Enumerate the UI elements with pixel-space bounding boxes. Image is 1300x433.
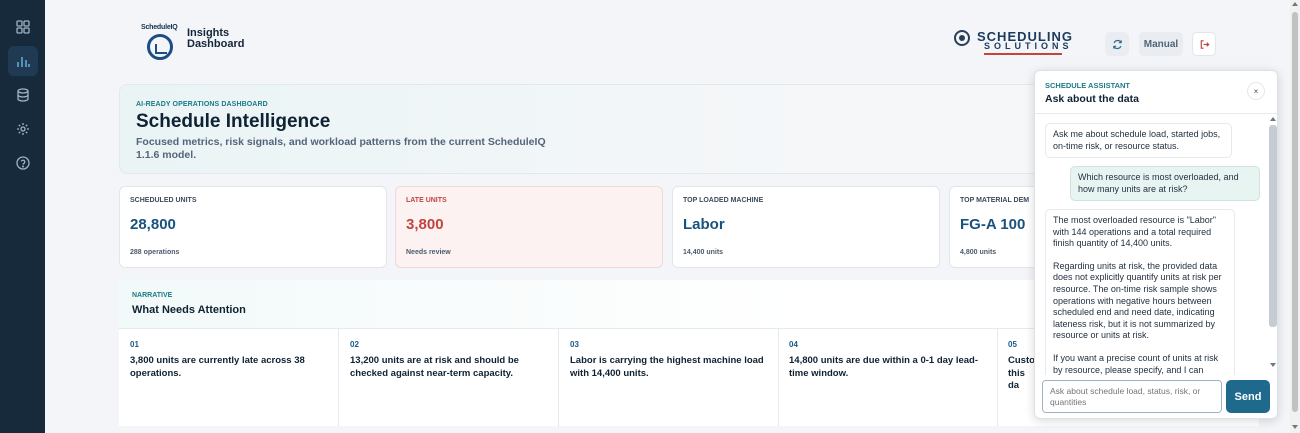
metric-value: Labor xyxy=(683,216,725,233)
sidebar-item-help[interactable] xyxy=(8,148,38,178)
logout-button[interactable] xyxy=(1192,32,1216,56)
message-text: Which resource is most overloaded, and h… xyxy=(1078,172,1239,194)
logo-small-text: ScheduleIQ xyxy=(141,24,178,31)
database-icon xyxy=(17,88,29,102)
narrative-item-text: Labor is carrying the highest machine lo… xyxy=(570,355,764,379)
gear-icon xyxy=(17,123,29,135)
brand-line-2: SOLUTIONS xyxy=(984,41,1073,51)
metric-footnote: 14,400 units xyxy=(683,249,724,256)
message-text: Regarding units at risk, the provided da… xyxy=(1053,260,1222,341)
chat-messages: Ask me about schedule load, started jobs… xyxy=(1035,119,1277,375)
narrative-item-text: 13,200 units are at risk and should be c… xyxy=(350,355,519,379)
help-icon xyxy=(16,156,30,170)
refresh-icon xyxy=(1112,39,1122,49)
bar-chart-icon xyxy=(17,57,30,67)
page-scroll-up-icon[interactable] xyxy=(1292,2,1298,6)
narrative-item-number: 05 xyxy=(1008,340,1017,349)
assistant-message: The most overloaded resource is "Labor" … xyxy=(1045,209,1235,375)
narrative-item: 01 3,800 units are currently late across… xyxy=(119,329,339,427)
narrative-item-text: Custo this da xyxy=(1008,355,1035,391)
logout-icon xyxy=(1200,39,1209,49)
brand-mark-icon xyxy=(954,30,970,46)
logo-circle-icon xyxy=(147,34,173,60)
hero-subtitle: Focused metrics, risk signals, and workl… xyxy=(136,136,546,161)
logo-wordmark: Insights Dashboard xyxy=(187,28,244,50)
page-title: Schedule Intelligence xyxy=(136,111,331,132)
sidebar-item-dashboard[interactable] xyxy=(8,12,38,42)
narrative-title: What Needs Attention xyxy=(132,304,246,316)
message-text: If you want a precise count of units at … xyxy=(1053,352,1219,375)
metric-label: TOP MATERIAL DEM xyxy=(960,197,1030,204)
chat-input[interactable] xyxy=(1042,380,1222,413)
metric-label: TOP LOADED MACHINE xyxy=(683,197,764,204)
sidebar-item-data[interactable] xyxy=(8,80,38,110)
divider xyxy=(1035,113,1277,114)
metric-footnote: Needs review xyxy=(406,249,451,256)
sidebar xyxy=(0,0,45,433)
narrative-item: 02 13,200 units are at risk and should b… xyxy=(339,329,559,427)
narrative-item-number: 02 xyxy=(350,340,359,349)
narrative-item: 03 Labor is carrying the highest machine… xyxy=(559,329,779,427)
metric-label: SCHEDULED UNITS xyxy=(130,197,197,204)
metric-card-scheduled-units: SCHEDULED UNITS 28,800 288 operations xyxy=(119,186,387,268)
chat-scrollbar[interactable] xyxy=(1269,115,1277,375)
metric-card-late-units: LATE UNITS 3,800 Needs review xyxy=(395,186,663,268)
narrative-item-number: 01 xyxy=(130,340,139,349)
send-button[interactable]: Send xyxy=(1226,380,1270,413)
scheduleiq-logo-badge: ScheduleIQ xyxy=(141,24,181,62)
brand-tagline-bar xyxy=(984,53,1062,55)
assistant-title: Ask about the data xyxy=(1045,93,1139,105)
manual-button[interactable]: Manual xyxy=(1139,32,1183,56)
metric-value: 3,800 xyxy=(406,216,444,233)
narrative-item-number: 03 xyxy=(570,340,579,349)
insights-dashboard-logo: ScheduleIQ Insights Dashboard xyxy=(141,24,253,62)
sidebar-item-insights[interactable] xyxy=(8,46,38,76)
narrative-item-text: 14,800 units are due within a 0-1 day le… xyxy=(789,355,979,379)
hero-kicker: AI-READY OPERATIONS DASHBOARD xyxy=(136,101,268,108)
narrative-item: 04 14,800 units are due within a 0-1 day… xyxy=(778,329,998,427)
schedule-assistant-panel: SCHEDULE ASSISTANT Ask about the data × … xyxy=(1034,70,1278,419)
metric-value: FG-A 100 xyxy=(960,216,1026,233)
message-text: The most overloaded resource is "Labor" … xyxy=(1053,215,1216,249)
grid-icon xyxy=(16,20,30,34)
narrative-item-number: 04 xyxy=(789,340,798,349)
logo-line-2: Dashboard xyxy=(187,38,245,50)
user-message: Which resource is most overloaded, and h… xyxy=(1070,166,1260,202)
scroll-down-icon[interactable] xyxy=(1270,363,1276,367)
close-button[interactable]: × xyxy=(1247,82,1265,100)
scroll-thumb[interactable] xyxy=(1269,125,1277,327)
page-scrollbar[interactable] xyxy=(1290,0,1300,433)
refresh-button[interactable] xyxy=(1105,32,1129,56)
narrative-kicker: NARRATIVE xyxy=(132,292,173,299)
sidebar-item-settings[interactable] xyxy=(8,114,38,144)
page-scroll-thumb[interactable] xyxy=(1292,12,1298,412)
message-text: Ask me about schedule load, started jobs… xyxy=(1053,129,1221,151)
scheduling-solutions-logo: SCHEDULING SOLUTIONS xyxy=(954,28,1090,58)
assistant-message: Ask me about schedule load, started jobs… xyxy=(1045,123,1232,159)
page-scroll-down-icon[interactable] xyxy=(1292,425,1298,429)
scroll-up-icon[interactable] xyxy=(1270,117,1276,121)
metric-card-top-loaded-machine: TOP LOADED MACHINE Labor 14,400 units xyxy=(672,186,940,268)
metric-footnote: 4,800 units xyxy=(960,249,997,256)
metric-footnote: 288 operations xyxy=(130,249,180,256)
assistant-kicker: SCHEDULE ASSISTANT xyxy=(1045,81,1131,90)
metric-label: LATE UNITS xyxy=(406,197,447,204)
metric-value: 28,800 xyxy=(130,216,176,233)
narrative-item-text: 3,800 units are currently late across 38… xyxy=(130,355,305,379)
